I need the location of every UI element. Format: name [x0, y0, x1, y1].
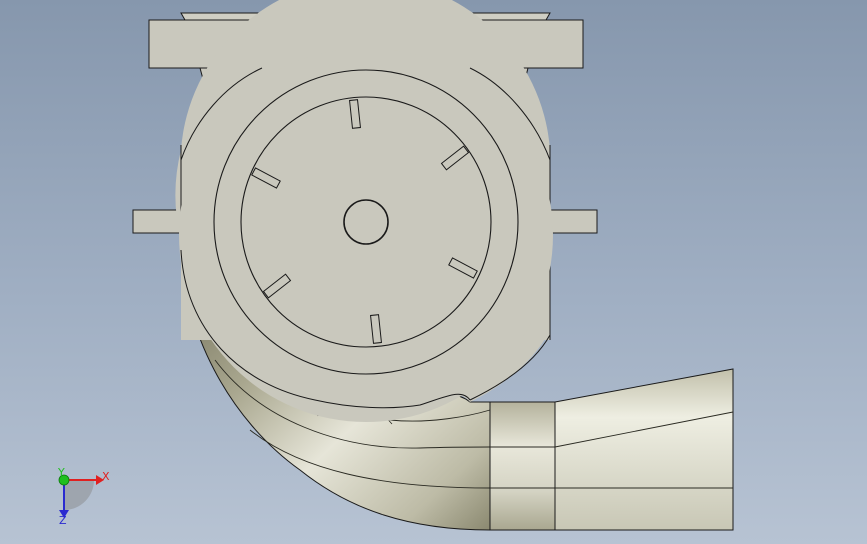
y-axis-label: Y	[57, 466, 65, 479]
orientation-triad[interactable]: X Y Z	[57, 466, 110, 527]
outlet-nozzle[interactable]	[554, 368, 734, 531]
pump-model-view[interactable]: X Y Z	[0, 0, 867, 544]
x-axis-label: X	[102, 470, 110, 483]
discharge-pipe[interactable]	[489, 401, 556, 531]
triad-quarter-disc	[64, 480, 94, 510]
pump-casing[interactable]	[175, 0, 553, 422]
z-axis-label: Z	[59, 514, 67, 527]
3d-viewport[interactable]: X Y Z	[0, 0, 867, 544]
shaft-hub[interactable]	[343, 199, 389, 245]
